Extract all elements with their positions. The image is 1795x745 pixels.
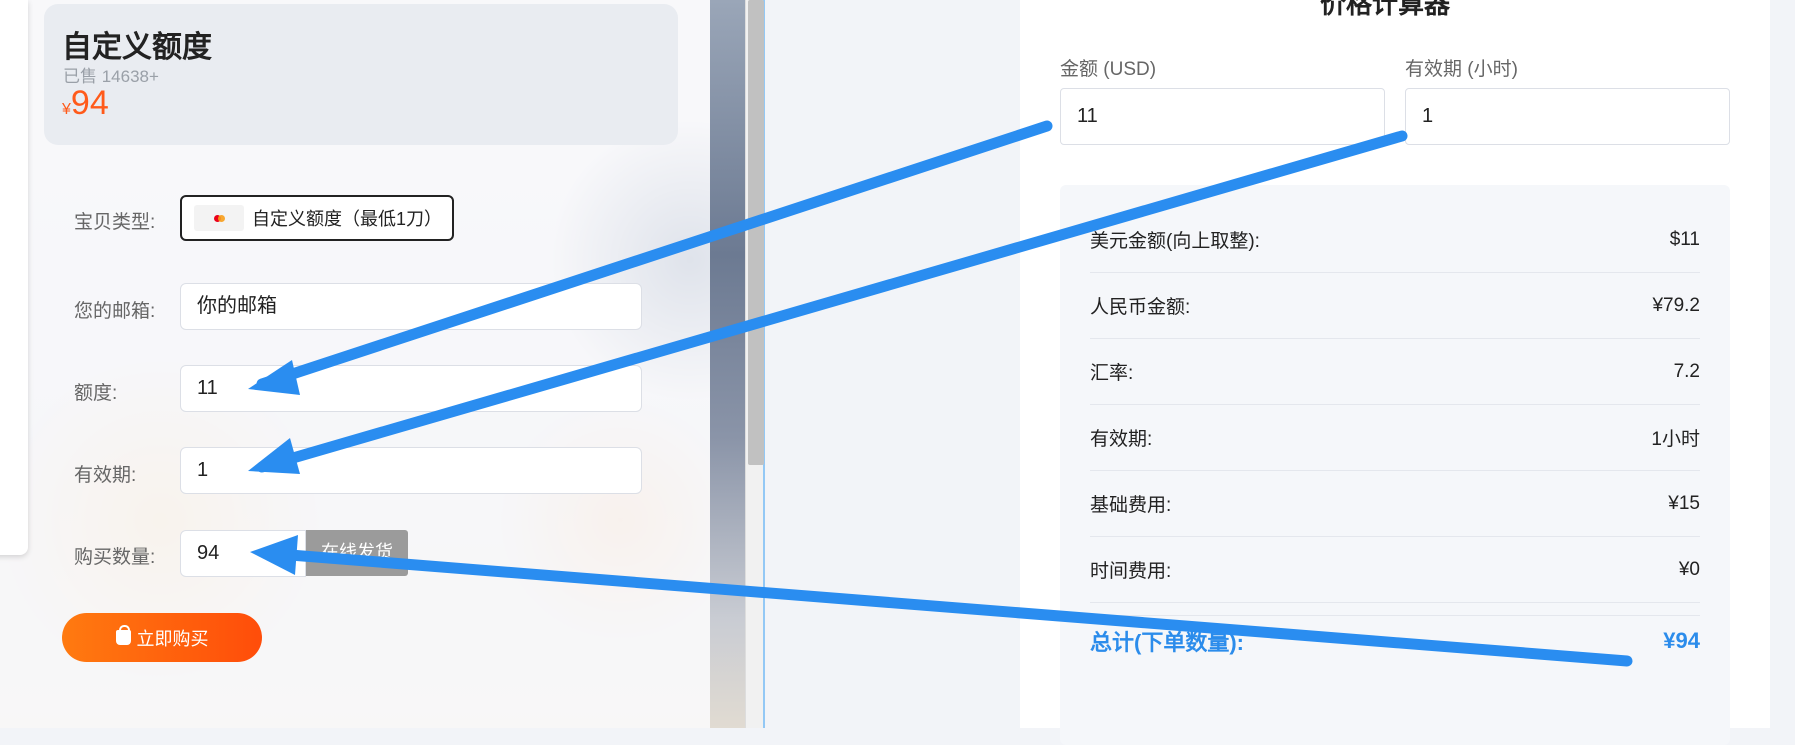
summary-row: 基础费用: ¥15 <box>1090 471 1700 537</box>
summary-row-value: ¥0 <box>1678 558 1700 580</box>
product-price: ¥94 <box>62 84 109 123</box>
summary-row-value: ¥15 <box>1668 492 1700 514</box>
type-label: 宝贝类型: <box>74 212 156 233</box>
side-card <box>0 0 28 555</box>
summary-row: 人民币金额: ¥79.2 <box>1090 273 1700 339</box>
total-row: 总计(下单数量): ¥94 <box>1090 625 1700 657</box>
calculator-title: 价格计算器 <box>1320 0 1451 19</box>
summary-row: 有效期: 1小时 <box>1090 405 1700 471</box>
summary-row-value: 1小时 <box>1651 429 1700 450</box>
scrollbar-thumb[interactable] <box>748 0 764 465</box>
validity-input[interactable]: 1 <box>180 447 642 494</box>
summary-row-label: 时间费用: <box>1090 561 1172 582</box>
summary-row: 时间费用: ¥0 <box>1090 537 1700 603</box>
amount-label: 金额 (USD) <box>1060 59 1157 80</box>
buy-now-button[interactable]: 立即购买 <box>62 613 262 662</box>
shopping-bag-icon <box>115 625 131 645</box>
background-strip <box>710 0 745 728</box>
amount-input[interactable]: 11 <box>1060 88 1385 145</box>
total-divider <box>1090 615 1700 616</box>
quota-input[interactable]: 11 <box>180 365 642 412</box>
email-label: 您的邮箱: <box>74 301 156 322</box>
summary-row-label: 美元金额(向上取整): <box>1090 231 1260 252</box>
summary-row: 汇率: 7.2 <box>1090 339 1700 405</box>
summary-row-label: 汇率: <box>1090 363 1134 384</box>
product-title: 自定义额度 <box>62 31 212 64</box>
summary-row: 美元金额(向上取整): $11 <box>1090 207 1700 273</box>
card-icon <box>194 205 244 231</box>
price-currency: ¥ <box>62 101 71 118</box>
type-option[interactable]: 自定义额度（最低1刀） <box>180 195 454 241</box>
total-value: ¥94 <box>1663 628 1700 653</box>
validity-label: 有效期: <box>74 465 137 486</box>
hours-label: 有效期 (小时) <box>1405 59 1518 80</box>
hours-input[interactable]: 1 <box>1405 88 1730 145</box>
summary-row-label: 人民币金额: <box>1090 297 1191 318</box>
summary-row-label: 有效期: <box>1090 429 1153 450</box>
total-label: 总计(下单数量): <box>1090 630 1244 655</box>
quantity-input[interactable]: 94 <box>180 530 306 577</box>
online-delivery-button[interactable]: 在线发货 <box>306 530 408 576</box>
quantity-label: 购买数量: <box>74 547 156 568</box>
summary-row-value: $11 <box>1669 228 1700 250</box>
buy-now-label: 立即购买 <box>136 628 209 649</box>
summary-row-value: ¥79.2 <box>1652 294 1700 316</box>
price-value: 94 <box>70 84 109 122</box>
email-input[interactable]: 你的邮箱 <box>180 283 642 330</box>
summary-row-value: 7.2 <box>1673 360 1700 382</box>
quota-label: 额度: <box>74 383 118 404</box>
summary-row-label: 基础费用: <box>1090 495 1172 516</box>
type-option-label: 自定义额度（最低1刀） <box>252 209 443 229</box>
